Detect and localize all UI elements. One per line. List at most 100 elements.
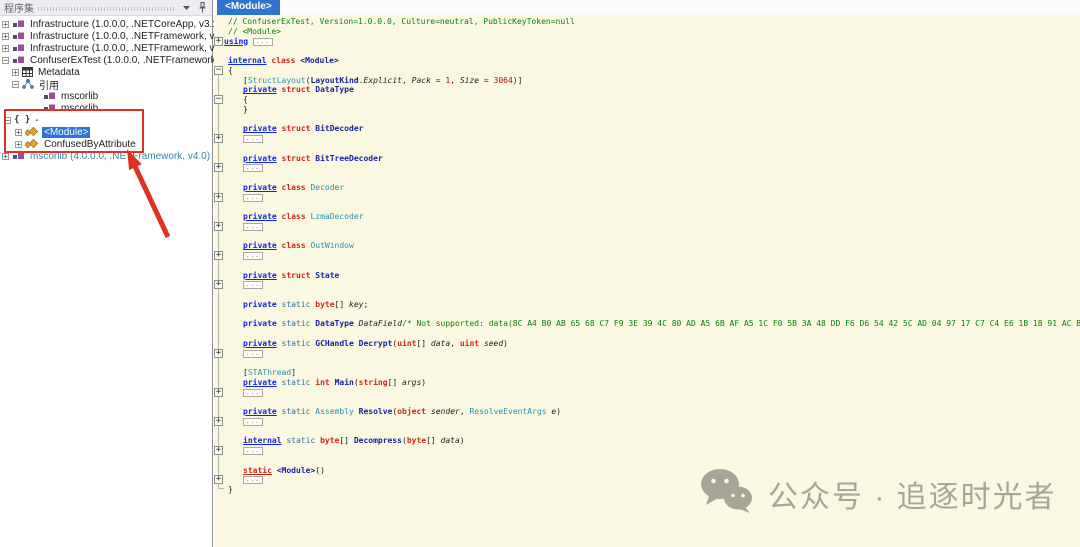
document-panel: <Module> // ConfuserExTest, Version=1.0.… <box>214 0 1080 547</box>
code-token: Explicit <box>363 76 402 85</box>
metadata-icon <box>22 67 33 77</box>
code-token: private <box>243 241 277 250</box>
code-token: LzmaDecoder <box>310 212 363 221</box>
outline-end-corner <box>218 483 224 489</box>
code-line <box>214 46 1080 56</box>
collapsed-region-box[interactable]: ... <box>253 38 273 46</box>
assemblies-panel-title: 程序集 <box>4 0 34 15</box>
assembly-tree[interactable]: +Infrastructure (1.0.0.0, .NETCoreApp, v… <box>0 16 212 162</box>
code-token: State <box>315 271 339 280</box>
code-token: static <box>282 319 311 328</box>
code-token: internal <box>243 436 282 445</box>
tree-item-label: - <box>33 115 40 126</box>
outline-toggle[interactable]: + <box>214 222 223 231</box>
code-line <box>214 173 1080 183</box>
tree-item[interactable]: −ConfuserExTest (1.0.0.0, .NETFramework,… <box>0 54 212 66</box>
code-token: ) <box>421 378 426 387</box>
code-line: +... <box>214 417 1080 427</box>
code-token: static <box>286 436 315 445</box>
code-token: ; <box>363 300 368 309</box>
tree-item[interactable]: +Infrastructure (1.0.0.0, .NETFramework,… <box>0 30 212 42</box>
code-line: private static GCHandle Decrypt(uint[] d… <box>214 339 1080 349</box>
collapsed-region-box[interactable]: ... <box>243 194 263 202</box>
assembly-icon <box>12 31 25 41</box>
tree-item[interactable]: +Metadata <box>0 66 212 78</box>
tree-item[interactable]: +Infrastructure (1.0.0.0, .NETFramework,… <box>0 42 212 54</box>
outline-toggle[interactable]: + <box>214 417 223 426</box>
collapsed-region-box[interactable]: ... <box>243 350 263 358</box>
tree-item-label: Infrastructure (1.0.0.0, .NETCoreApp, v3… <box>28 19 223 30</box>
tree-expander[interactable]: − <box>2 57 9 64</box>
code-token: /* Not supported: data(8C A4 B0 AB 65 68… <box>402 319 1080 328</box>
code-token: 3064 <box>494 76 513 85</box>
code-line: internal class <Module> <box>214 56 1080 66</box>
tree-item[interactable]: +ConfusedByAttribute <box>0 138 212 150</box>
chevron-down-icon[interactable] <box>180 2 192 14</box>
collapsed-region-box[interactable]: ... <box>243 252 263 260</box>
code-token: [] <box>416 339 430 348</box>
assembly-icon <box>43 103 56 113</box>
outline-toggle[interactable]: − <box>214 66 223 75</box>
code-token: struct <box>282 124 311 133</box>
collapsed-region-box[interactable]: ... <box>243 447 263 455</box>
code-line: private class OutWindow <box>214 241 1080 251</box>
tree-item[interactable]: +<Module> <box>0 126 212 138</box>
collapsed-region-box[interactable]: ... <box>243 418 263 426</box>
code-token: ResolveEventArgs <box>469 407 546 416</box>
outline-toggle[interactable]: + <box>214 193 223 202</box>
collapsed-region-box[interactable]: ... <box>243 135 263 143</box>
outline-toggle[interactable]: + <box>214 163 223 172</box>
tree-expander[interactable]: + <box>15 129 22 136</box>
code-token: <Module> <box>277 466 316 475</box>
collapsed-region-box[interactable]: ... <box>243 281 263 289</box>
assemblies-panel: 程序集 +Infrastructure (1.0.0.0, .NETCoreAp… <box>0 0 213 547</box>
outline-toggle[interactable]: + <box>214 349 223 358</box>
tree-expander[interactable]: + <box>2 153 9 160</box>
tree-expander[interactable]: + <box>2 33 9 40</box>
code-token: ] <box>291 368 296 377</box>
outline-toggle[interactable]: + <box>214 388 223 397</box>
tree-expander[interactable]: + <box>12 69 19 76</box>
outline-toggle[interactable]: + <box>214 134 223 143</box>
code-line: −{ <box>214 95 1080 105</box>
outline-toggle[interactable]: + <box>214 280 223 289</box>
collapsed-region-box[interactable]: ... <box>243 164 263 172</box>
tree-expander[interactable]: + <box>2 21 9 28</box>
tree-expander[interactable]: − <box>4 117 11 124</box>
code-line: private static DataType DataField/* Not … <box>214 319 1080 329</box>
code-token: )] <box>513 76 523 85</box>
code-line: +... <box>214 134 1080 144</box>
tab-module[interactable]: <Module> <box>217 0 280 15</box>
code-line <box>214 290 1080 300</box>
tree-expander[interactable]: − <box>12 81 19 88</box>
code-line <box>214 329 1080 339</box>
tree-expander[interactable]: + <box>2 45 9 52</box>
tree-item[interactable]: +Infrastructure (1.0.0.0, .NETCoreApp, v… <box>0 18 212 30</box>
code-token: Decoder <box>310 183 344 192</box>
code-token: } <box>228 485 233 494</box>
tree-item[interactable]: +mscorlib (4.0.0.0, .NETFramework, v4.0) <box>0 150 212 162</box>
code-line: +... <box>214 222 1080 232</box>
tree-expander[interactable]: + <box>15 141 22 148</box>
code-token: , <box>450 339 460 348</box>
outline-toggle[interactable]: − <box>214 95 223 104</box>
collapsed-region-box[interactable]: ... <box>243 476 263 484</box>
tree-item[interactable]: −{ }- <box>0 114 212 126</box>
tree-item[interactable]: mscorlib <box>0 102 212 114</box>
collapsed-region-box[interactable]: ... <box>243 389 263 397</box>
outline-toggle[interactable]: + <box>214 37 223 46</box>
collapsed-region-box[interactable]: ... <box>243 223 263 231</box>
tree-item[interactable]: mscorlib <box>0 90 212 102</box>
code-token: ) <box>460 436 465 445</box>
code-token: Main <box>335 378 354 387</box>
code-token: DataField <box>359 319 402 328</box>
outline-toggle[interactable]: + <box>214 446 223 455</box>
code-token: class <box>282 212 306 221</box>
tree-item[interactable]: −引用 <box>0 78 212 90</box>
code-line: private struct BitDecoder <box>214 124 1080 134</box>
code-token: Assembly <box>315 407 354 416</box>
outline-toggle[interactable]: + <box>214 251 223 260</box>
code-token: static <box>243 466 272 475</box>
pin-icon[interactable] <box>196 2 208 14</box>
code-token: struct <box>282 271 311 280</box>
